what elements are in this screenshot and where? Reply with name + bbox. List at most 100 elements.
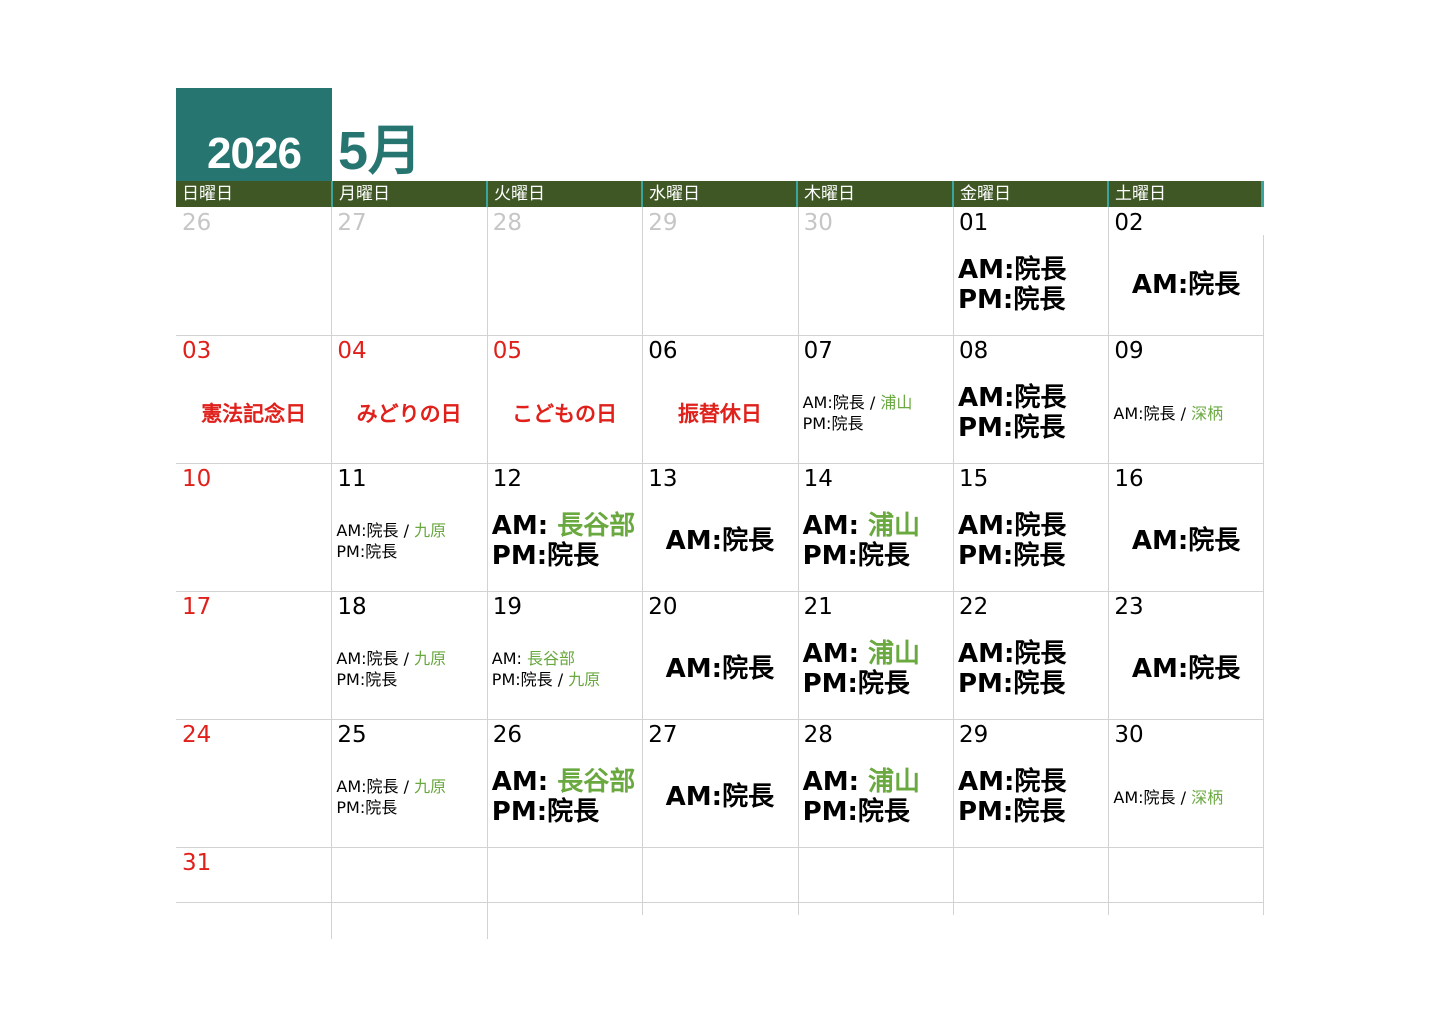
slash: / xyxy=(1175,787,1192,807)
holiday-content: 憲法記念日 xyxy=(176,363,331,463)
day-number: 26 xyxy=(492,722,523,748)
doctor-name: 院長 xyxy=(832,393,865,412)
day-number: 07 xyxy=(803,338,833,364)
doctor-name: 院長 xyxy=(857,797,910,827)
schedule-content: AM:院長 xyxy=(1108,491,1263,591)
day-cell: 16 AM:院長 xyxy=(1108,463,1263,591)
holiday-content: こどもの日 xyxy=(487,363,642,463)
grid-hline xyxy=(176,463,1264,464)
day-number: 17 xyxy=(182,594,212,620)
day-cell: 10 xyxy=(176,463,331,591)
day-number: 21 xyxy=(803,594,833,620)
holiday-name: こどもの日 xyxy=(511,402,617,426)
schedule-line: PM:院長 xyxy=(803,669,953,699)
grid-hline xyxy=(176,902,1264,903)
doctor-name-green: 九原 xyxy=(568,670,601,689)
schedule-line: PM:院長 xyxy=(492,541,642,571)
day-cell: 12 AM: 長谷部 PM:院長 xyxy=(487,463,642,591)
day-cell: 21 AM: 浦山 PM:院長 xyxy=(798,591,953,719)
schedule-content: AM: 長谷部 PM:院長 / 九原 xyxy=(487,619,642,719)
shift-label: PM: xyxy=(802,414,832,433)
schedule-line: AM:院長 / 深柄 xyxy=(1113,403,1263,424)
weekday-wed: 水曜日 xyxy=(641,181,797,207)
schedule-line: PM:院長 xyxy=(336,669,486,690)
day-cell: 23 AM:院長 xyxy=(1108,591,1263,719)
day-cell: 24 xyxy=(176,719,331,847)
year-label: 2026 xyxy=(207,129,302,178)
schedule-line: AM: 浦山 xyxy=(803,767,953,797)
schedule-content: AM: 浦山 PM:院長 xyxy=(798,491,953,591)
grid-hline xyxy=(176,335,1264,336)
doctor-name: 院長 xyxy=(1014,255,1067,285)
doctor-name: 院長 xyxy=(1013,413,1066,443)
schedule-line: PM:院長 xyxy=(958,285,1108,315)
doctor-name-green: 浦山 xyxy=(868,639,921,669)
day-cell: 29 AM:院長 PM:院長 xyxy=(953,719,1108,847)
schedule-content: AM:院長 PM:院長 xyxy=(953,235,1108,335)
shift-label: AM: xyxy=(491,649,528,668)
day-cell: 22 AM:院長 PM:院長 xyxy=(953,591,1108,719)
day-cell: 27 AM:院長 xyxy=(642,719,797,847)
shift-label: AM: xyxy=(802,393,833,412)
doctor-name-green: 九原 xyxy=(414,649,447,668)
doctor-name: 院長 xyxy=(1013,285,1066,315)
schedule-line: PM:院長 xyxy=(803,541,953,571)
schedule-line: AM:院長 xyxy=(1132,526,1240,556)
weekday-header: 日曜日 月曜日 火曜日 水曜日 木曜日 金曜日 土曜日 xyxy=(176,181,1264,207)
day-number: 30 xyxy=(803,210,833,236)
day-number: 25 xyxy=(337,722,367,748)
doctor-name: 院長 xyxy=(1013,797,1066,827)
doctor-name: 院長 xyxy=(1143,787,1176,807)
day-cell: 17 xyxy=(176,591,331,719)
shift-label: AM: xyxy=(958,383,1015,413)
grid-vline xyxy=(797,207,799,915)
doctor-name-green: 深柄 xyxy=(1191,787,1224,807)
schedule-content: AM:院長 PM:院長 xyxy=(953,619,1108,719)
schedule-line: AM:院長 xyxy=(1132,270,1240,300)
day-number: 06 xyxy=(648,338,678,364)
shift-label: AM: xyxy=(958,767,1015,797)
day-number: 10 xyxy=(182,466,212,492)
month-label: 5月 xyxy=(338,121,423,181)
weekday-sat: 土曜日 xyxy=(1107,181,1261,207)
shift-label: PM: xyxy=(958,285,1014,315)
day-cell: 30 xyxy=(798,207,953,335)
holiday-name: 憲法記念日 xyxy=(201,402,307,426)
day-cell: 18 AM:院長 / 九原 PM:院長 xyxy=(331,591,486,719)
day-cell: 04 みどりの日 xyxy=(331,335,486,463)
day-number: 05 xyxy=(492,338,523,364)
day-cell: 15 AM:院長 PM:院長 xyxy=(953,463,1108,591)
day-number: 16 xyxy=(1114,466,1144,492)
doctor-name: 院長 xyxy=(1013,669,1066,699)
day-cell: 03 憲法記念日 xyxy=(176,335,331,463)
shift-label: PM: xyxy=(491,797,548,827)
day-number: 03 xyxy=(182,338,212,364)
schedule-content: AM:院長 xyxy=(642,491,797,591)
shift-label: AM: xyxy=(958,639,1015,669)
shift-label: PM: xyxy=(336,542,366,561)
grid-vline xyxy=(486,207,488,939)
doctor-name: 院長 xyxy=(547,541,600,571)
day-number: 31 xyxy=(182,850,212,876)
schedule-line: AM:院長 / 九原 xyxy=(336,648,486,669)
holiday-name: 振替休日 xyxy=(677,402,762,426)
year-box: 2026 xyxy=(176,88,332,181)
shift-label: AM: xyxy=(1131,270,1189,300)
schedule-content: AM: 長谷部 PM:院長 xyxy=(487,491,642,591)
schedule-content: AM:院長 xyxy=(642,619,797,719)
holiday-name: みどりの日 xyxy=(356,402,462,426)
schedule-line: PM:院長 xyxy=(803,797,953,827)
doctor-name: 院長 xyxy=(366,649,399,668)
doctor-name-green: 浦山 xyxy=(868,511,921,541)
schedule-line: AM:院長 xyxy=(666,526,774,556)
weekday-sun: 日曜日 xyxy=(182,184,233,204)
day-number: 27 xyxy=(337,210,367,236)
doctor-name: 院長 xyxy=(831,414,864,433)
weekday-fri: 金曜日 xyxy=(952,181,1108,207)
doctor-name: 院長 xyxy=(365,670,398,689)
shift-label: AM: xyxy=(491,511,558,541)
grid-vline xyxy=(1108,207,1110,915)
schedule-content: AM:院長 PM:院長 xyxy=(953,363,1108,463)
shift-label: AM: xyxy=(336,649,367,668)
shift-label: AM: xyxy=(336,777,367,796)
